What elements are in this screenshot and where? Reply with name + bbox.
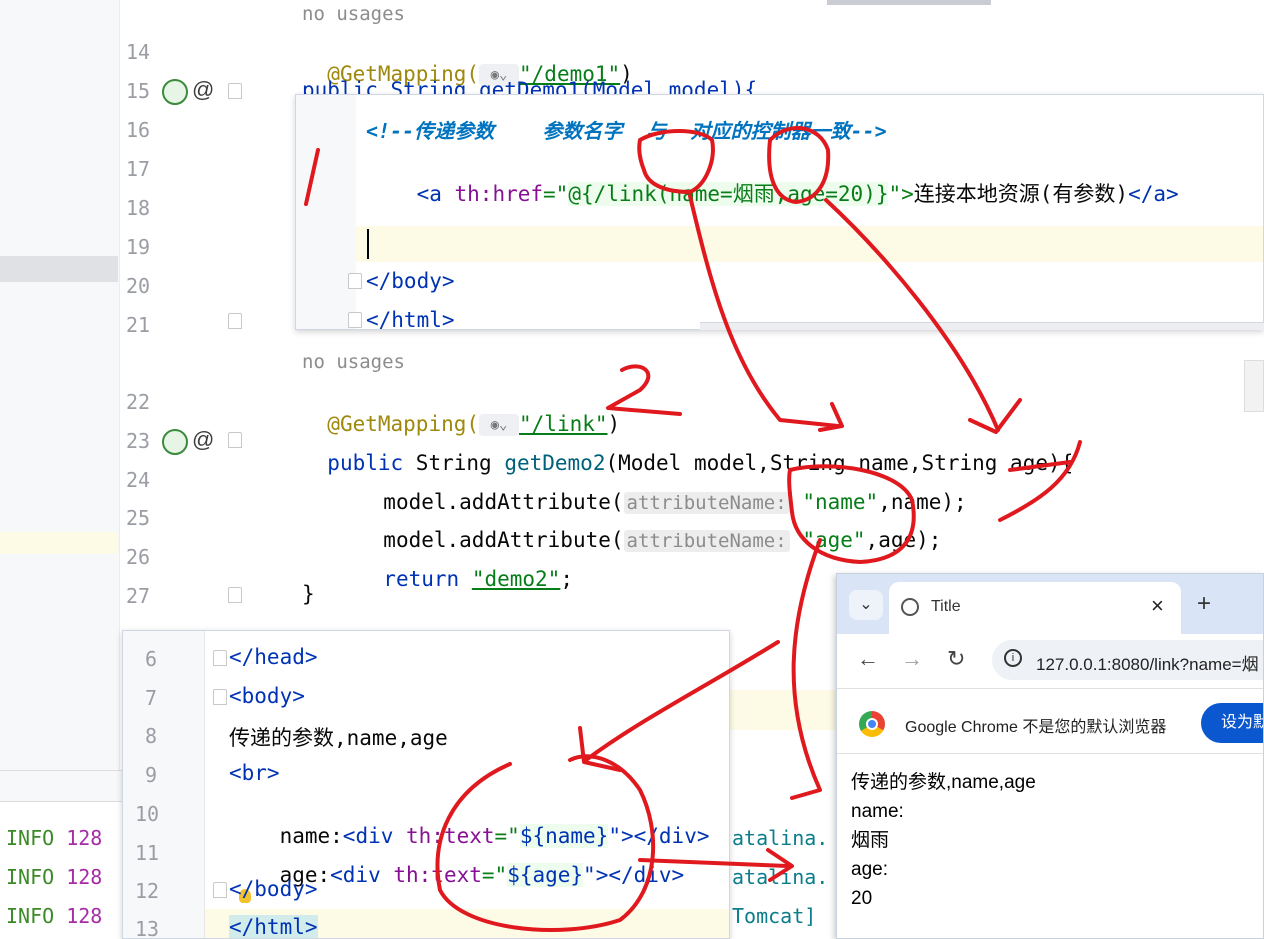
annotation-arrow-to-template xyxy=(584,640,780,762)
annotation-circle-age xyxy=(767,125,831,204)
annotation-arrow-to-output xyxy=(638,858,790,868)
annotation-arrow-to-browser xyxy=(790,538,822,800)
red-annotation-overlay xyxy=(304,125,1082,932)
annotation-bracket-name xyxy=(1008,460,1072,472)
annotation-arrow-age xyxy=(824,198,1000,432)
annotation-circle-name xyxy=(637,129,715,194)
annotation-bracket-age xyxy=(998,440,1082,522)
annotation-number-1 xyxy=(304,148,320,206)
annotation-arrow-name xyxy=(688,194,840,428)
annotation-circle-model-name xyxy=(787,464,916,564)
annotation-number-2 xyxy=(606,364,682,416)
annotation-circle-expressions xyxy=(435,754,656,932)
